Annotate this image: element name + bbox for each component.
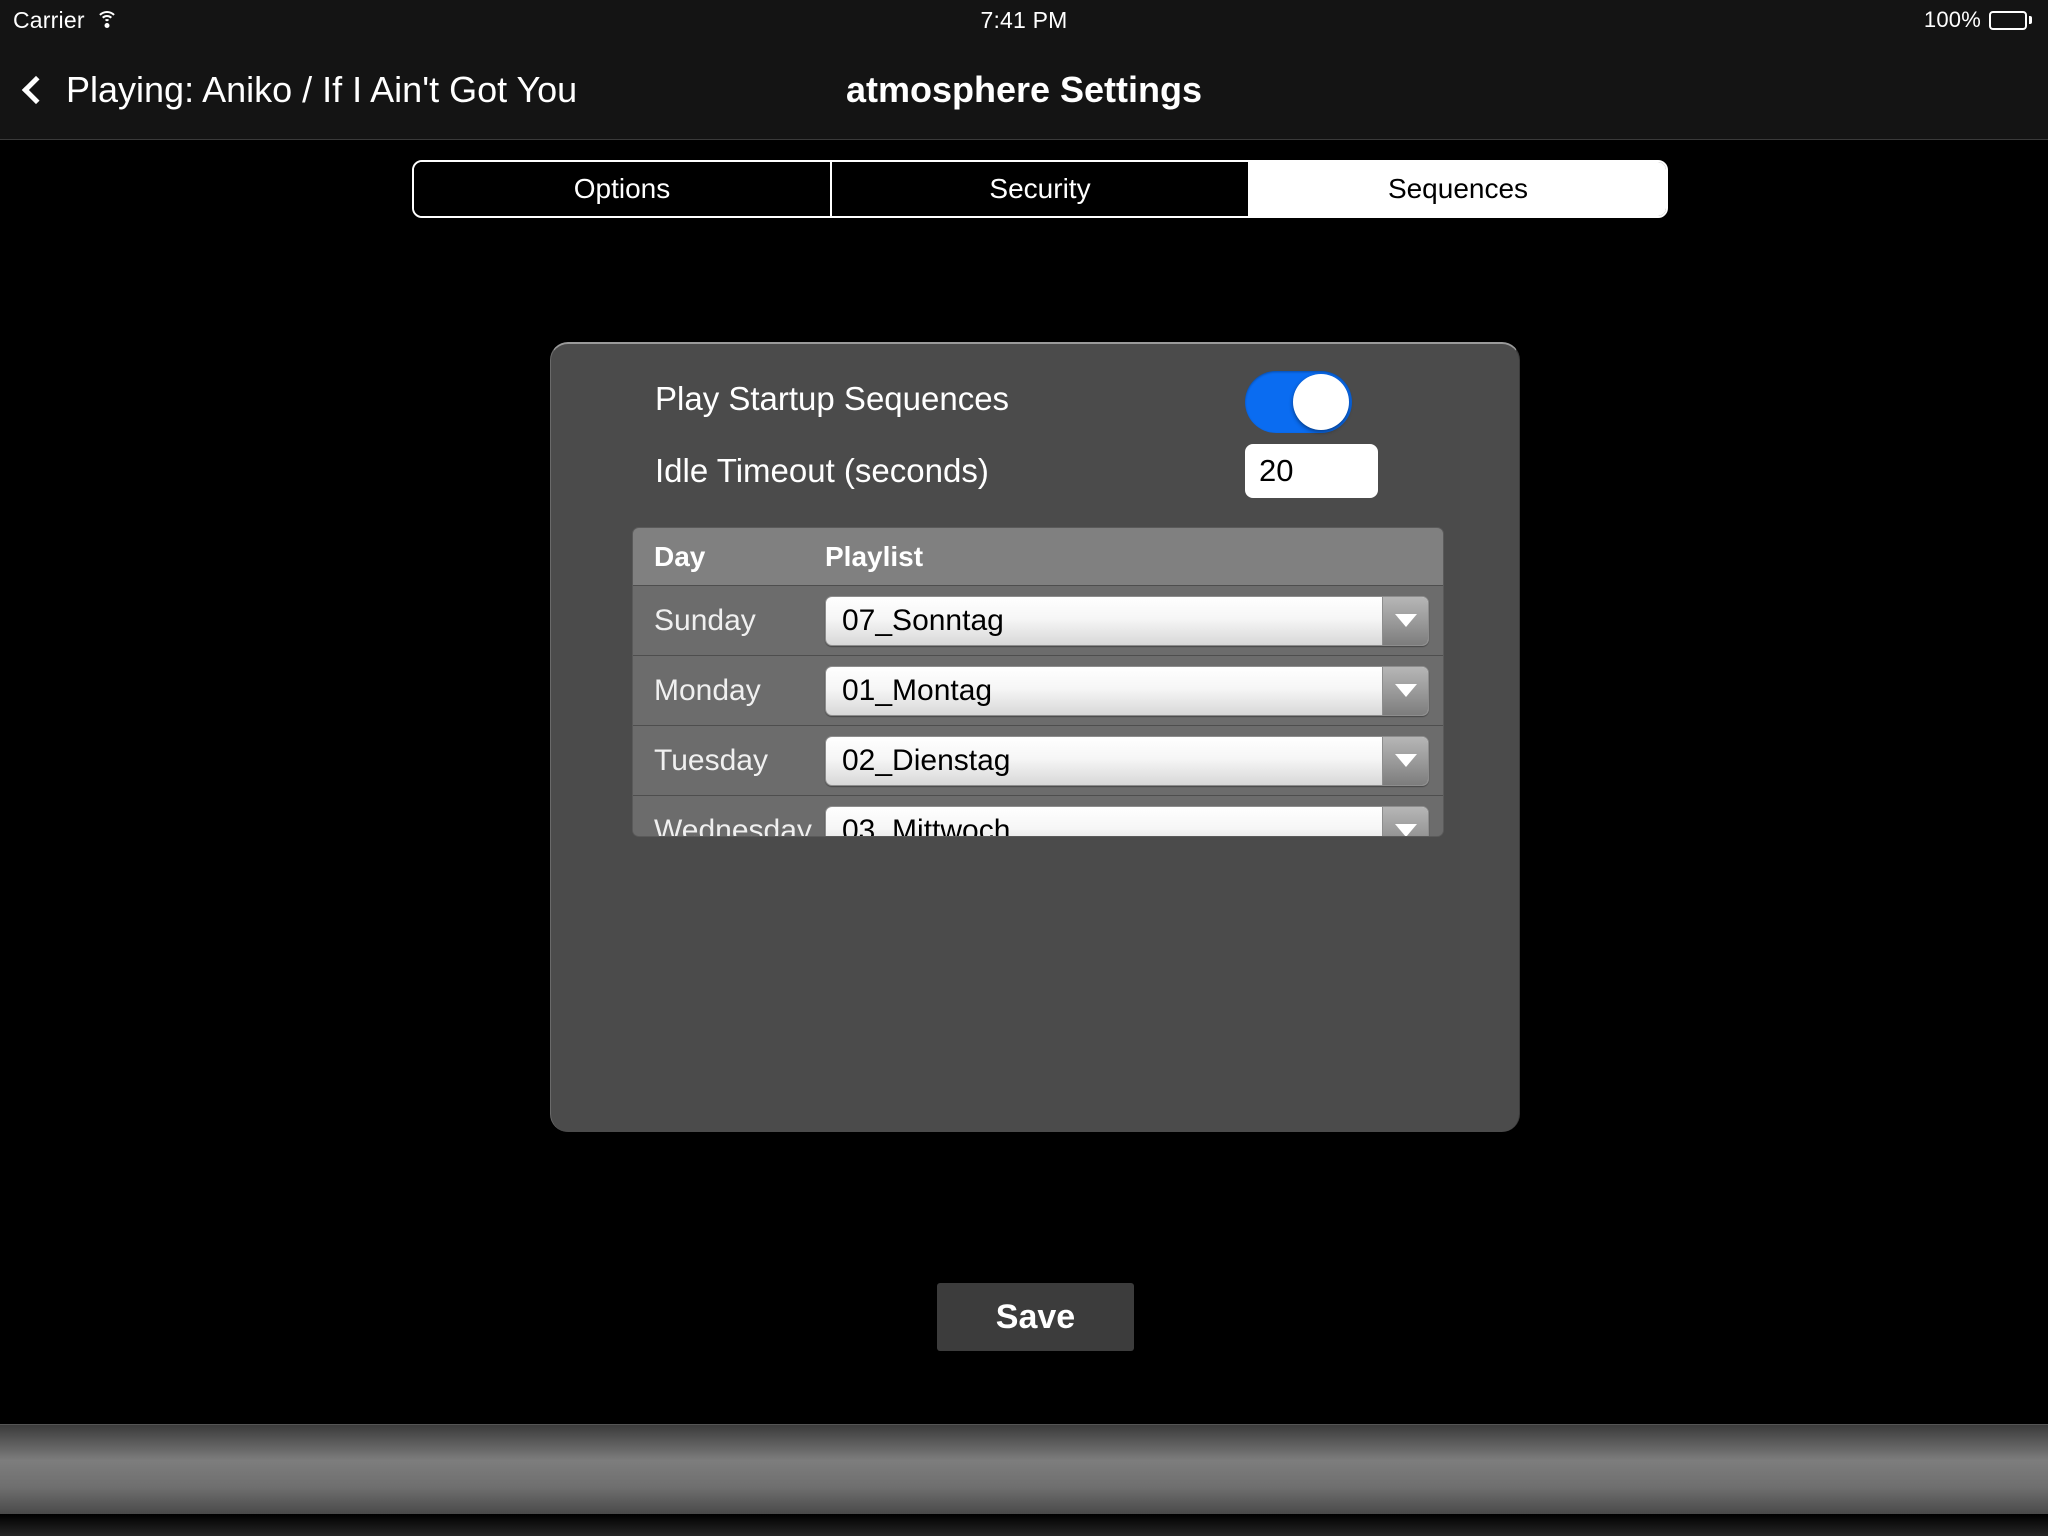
tab-security[interactable]: Security: [832, 162, 1250, 216]
table-row: Wednesday 03_Mittwoch: [633, 796, 1443, 837]
playlist-select-value: 07_Sonntag: [842, 603, 1004, 637]
playlist-cell: 03_Mittwoch: [825, 805, 1443, 837]
table-row: Monday 01_Montag: [633, 656, 1443, 726]
table-row: Sunday 07_Sonntag: [633, 586, 1443, 656]
playlist-cell: 02_Dienstag: [825, 735, 1443, 786]
status-bar-clock: 7:41 PM: [980, 6, 1068, 33]
tab-sequences[interactable]: Sequences: [1250, 162, 1666, 216]
chevron-down-icon[interactable]: [1382, 806, 1428, 836]
playlist-select-value: 03_Mittwoch: [842, 813, 1011, 837]
day-label: Sunday: [654, 603, 756, 637]
playlist-select-tuesday[interactable]: 02_Dienstag: [825, 735, 1429, 786]
playlist-cell: 07_Sonntag: [825, 595, 1443, 646]
chevron-down-icon[interactable]: [1382, 596, 1428, 645]
day-playlist-table: Day Playlist Sunday 07_Sonntag Monday 01…: [632, 527, 1444, 837]
nav-bar: Playing: Aniko / If I Ain't Got You atmo…: [0, 40, 2048, 140]
idle-timeout-label: Idle Timeout (seconds): [655, 452, 989, 489]
page-title: atmosphere Settings: [845, 69, 1203, 110]
save-button[interactable]: Save: [937, 1283, 1134, 1351]
play-startup-sequences-label: Play Startup Sequences: [655, 380, 1010, 417]
battery-percent-label: 100%: [1923, 7, 1981, 32]
play-startup-sequences-toggle[interactable]: [1245, 371, 1352, 433]
status-bar-right: 100%: [1924, 0, 2032, 40]
playlist-select-sunday[interactable]: 07_Sonntag: [825, 595, 1429, 646]
toggle-knob: [1293, 374, 1349, 430]
bottom-edge-strip: [0, 1514, 2048, 1536]
playlist-select-value: 01_Montag: [842, 673, 993, 707]
playlist-select-wednesday[interactable]: 03_Mittwoch: [825, 805, 1429, 837]
column-header-playlist: Playlist: [825, 540, 924, 572]
table-header-row: Day Playlist: [633, 528, 1443, 586]
bottom-toolbar: [0, 1424, 2048, 1514]
day-label: Monday: [654, 673, 761, 707]
tab-options[interactable]: Options: [414, 162, 832, 216]
idle-timeout-input[interactable]: [1245, 444, 1378, 498]
playlist-cell: 01_Montag: [825, 665, 1443, 716]
chevron-down-icon[interactable]: [1382, 666, 1428, 715]
day-label: Tuesday: [654, 743, 768, 777]
battery-full-icon: [1989, 10, 2032, 30]
column-header-day: Day: [654, 540, 706, 572]
chevron-down-icon[interactable]: [1382, 736, 1428, 785]
status-bar: Carrier 7:41 PM 100%: [0, 0, 2048, 40]
table-row: Tuesday 02_Dienstag: [633, 726, 1443, 796]
app-root: Carrier 7:41 PM 100% Playing: Aniko / If…: [0, 0, 2048, 1536]
playlist-select-value: 02_Dienstag: [842, 743, 1011, 777]
playlist-select-monday[interactable]: 01_Montag: [825, 665, 1429, 716]
settings-tab-bar: Options Security Sequences: [412, 160, 1668, 218]
day-label: Wednesday: [654, 813, 812, 837]
